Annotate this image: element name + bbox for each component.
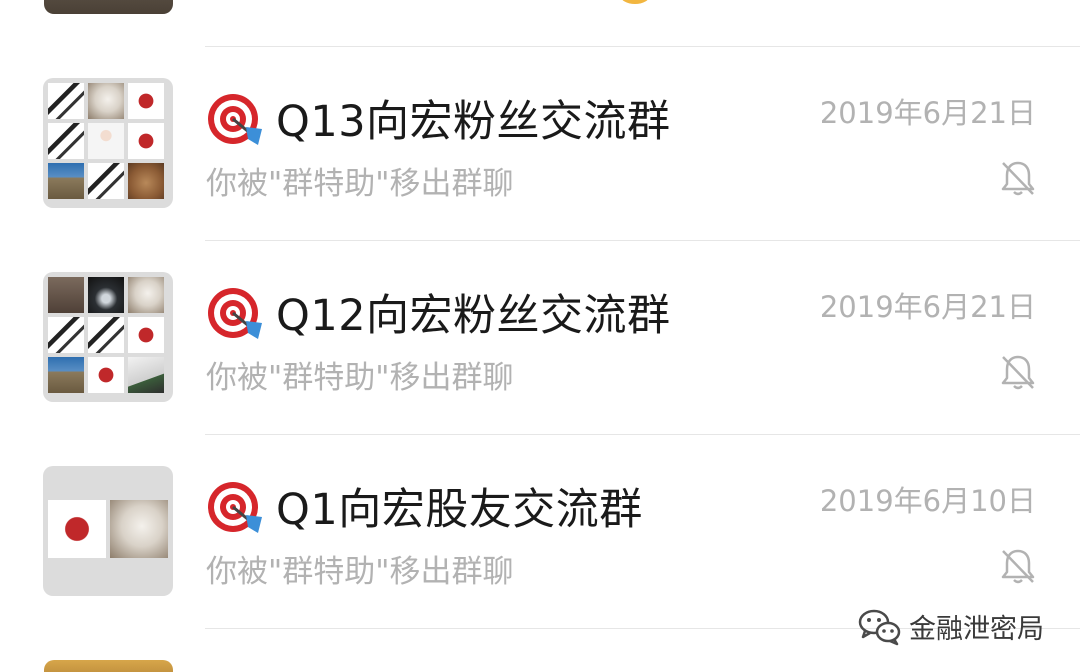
avatar-tile: [88, 123, 124, 159]
avatar-tile: [48, 317, 84, 353]
chat-title: Q12向宏粉丝交流群: [276, 291, 671, 341]
group-avatar: [43, 466, 173, 596]
chat-title-row: Q12向宏粉丝交流群: [206, 282, 671, 342]
target-dart-icon: [208, 94, 262, 145]
chat-date: 2019年6月21日: [819, 290, 1036, 324]
chat-list-item[interactable]: Q12向宏粉丝交流群 2019年6月21日 你被"群特助"移出群聊: [0, 240, 1080, 434]
target-dart-icon: [208, 288, 262, 339]
mute-bell-icon: [1001, 549, 1035, 584]
chat-title-row: Q1向宏股友交流群: [206, 476, 643, 536]
group-avatar: [43, 78, 173, 208]
chat-title: Q13向宏粉丝交流群: [276, 97, 671, 147]
avatar-tile: [48, 123, 84, 159]
mute-bell-icon: [1001, 355, 1035, 390]
chat-list-item[interactable]: Q13向宏粉丝交流群 2019年6月21日 你被"群特助"移出群聊: [0, 46, 1080, 240]
mute-bell-icon: [1001, 161, 1035, 196]
group-avatar: [44, 0, 173, 14]
avatar-tile: [48, 277, 84, 313]
avatar-tile: [128, 83, 164, 119]
avatar-tile: [88, 277, 124, 313]
avatar-tile: [48, 163, 84, 199]
chat-date: 2019年6月10日: [819, 484, 1036, 518]
chat-list-item-partial-top[interactable]: [0, 0, 1080, 46]
avatar-tile: [88, 83, 124, 119]
chat-list-screen: Q13向宏粉丝交流群 2019年6月21日 你被"群特助"移出群聊 Q12向宏粉…: [0, 0, 1080, 672]
chat-preview: 你被"群特助"移出群聊: [206, 166, 514, 202]
group-avatar: [43, 272, 173, 402]
avatar-tile: [88, 357, 124, 393]
avatar-tile: [128, 277, 164, 313]
avatar-tile: [128, 123, 164, 159]
chat-preview: 你被"群特助"移出群聊: [206, 554, 514, 590]
watermark-text: 金融泄密局: [909, 613, 1044, 645]
avatar-tile: [128, 357, 164, 393]
watermark: 金融泄密局: [857, 604, 1044, 648]
wechat-logo-icon: [858, 609, 901, 646]
avatar-tile: [88, 317, 124, 353]
target-dart-icon: [208, 482, 262, 533]
chat-preview: 你被"群特助"移出群聊: [206, 360, 514, 396]
avatar-tile: [48, 83, 84, 119]
avatar-tile: [128, 317, 164, 353]
chat-list-item[interactable]: Q1向宏股友交流群 2019年6月10日 你被"群特助"移出群聊: [0, 434, 1080, 628]
chat-title: Q1向宏股友交流群: [276, 485, 643, 535]
avatar-tile: [48, 500, 106, 558]
avatar-tile: [128, 163, 164, 199]
group-avatar: [44, 660, 173, 672]
chat-title-row: Q13向宏粉丝交流群: [206, 88, 671, 148]
emoji-icon: [620, 0, 650, 4]
chat-date: 2019年6月21日: [819, 96, 1036, 130]
avatar-tile: [110, 500, 168, 558]
avatar-tile: [88, 163, 124, 199]
avatar-tile: [48, 357, 84, 393]
